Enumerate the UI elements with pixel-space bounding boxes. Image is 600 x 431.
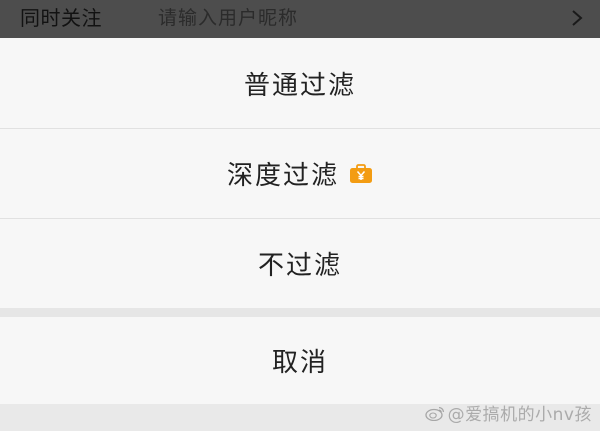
cancel-button[interactable]: 取消 [0,317,600,404]
no-filter-label: 不过滤 [257,251,342,281]
screen: 同时关注 请输入用户昵称 普通过滤 深度过滤 不过滤 取消 @爱搞机的小nv孩 [0,0,600,431]
nickname-input[interactable]: 请输入用户昵称 [158,4,298,32]
chevron-right-icon[interactable] [570,9,584,27]
section-gap [0,308,600,317]
deep-filter-label: 深度过滤 [226,161,339,191]
cancel-label: 取消 [271,348,328,378]
filter-action-sheet: 普通过滤 深度过滤 不过滤 取消 [0,38,600,431]
co-follow-label: 同时关注 [20,6,102,30]
normal-filter-option[interactable]: 普通过滤 [0,38,600,128]
filter-header-row: 同时关注 请输入用户昵称 [0,0,600,38]
deep-filter-option[interactable]: 深度过滤 [0,129,600,218]
normal-filter-label: 普通过滤 [243,70,356,101]
vip-briefcase-icon [350,163,372,183]
watermark-text: @爱搞机的小nv孩 [447,405,592,425]
weibo-logo-icon [425,406,444,421]
no-filter-option[interactable]: 不过滤 [0,219,600,308]
watermark: @爱搞机的小nv孩 [425,400,592,425]
